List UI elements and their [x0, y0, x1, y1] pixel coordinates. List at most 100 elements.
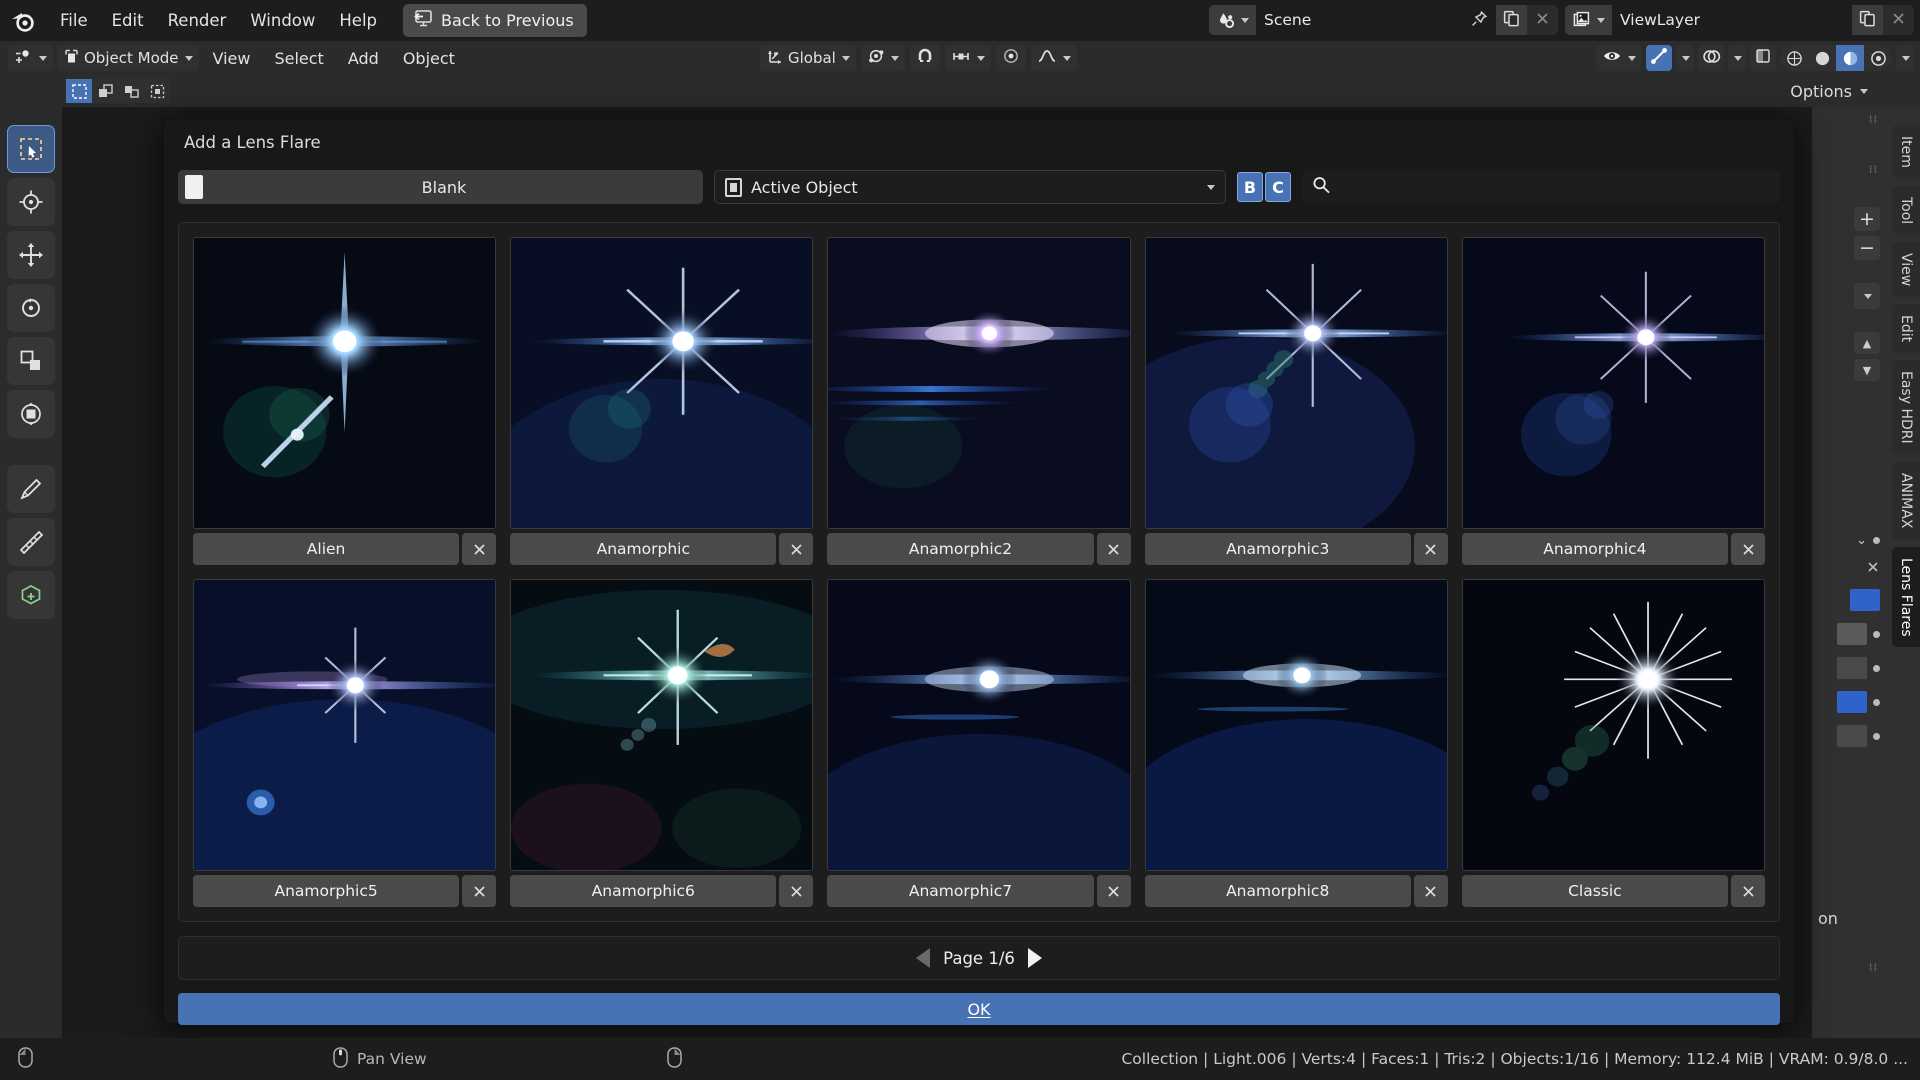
flare-delete-button[interactable] [462, 533, 497, 565]
pivot-point-selector[interactable] [860, 45, 905, 71]
panel-grip-3[interactable]: ⁞⁞ [1869, 962, 1878, 973]
move-tool-icon[interactable] [7, 231, 55, 279]
lasso-select-button[interactable] [144, 79, 170, 103]
viewport-menu-select[interactable]: Select [264, 45, 333, 71]
sidebar-tab-easy-hdri[interactable]: Easy HDRI [1892, 360, 1920, 456]
back-to-previous-button[interactable]: Back to Previous [403, 4, 587, 37]
viewport-menu-view[interactable]: View [203, 45, 261, 71]
lens-flare-cell[interactable]: Anamorphic6 [510, 579, 814, 907]
overlays-options[interactable] [1728, 45, 1746, 71]
page-prev-icon[interactable] [916, 948, 931, 968]
gizmo-toggle[interactable] [1646, 45, 1672, 71]
scale-tool-icon[interactable] [7, 337, 55, 385]
preset-dropdown[interactable]: Blank [178, 170, 703, 204]
panel-grip-2[interactable]: ⁞⁞ [1869, 164, 1878, 175]
lens-flare-cell[interactable]: Anamorphic [510, 237, 814, 565]
editor-type-button[interactable] [8, 45, 53, 71]
rotate-tool-icon[interactable] [7, 284, 55, 332]
flare-name[interactable]: Anamorphic2 [827, 533, 1094, 565]
solid-shading-button[interactable] [1808, 45, 1836, 71]
lens-flare-cell[interactable]: Anamorphic4 [1461, 237, 1765, 565]
flare-delete-button[interactable] [462, 875, 497, 907]
box-select-button[interactable] [92, 79, 118, 103]
move-up-icon[interactable]: ▲ [1854, 332, 1880, 354]
ok-button[interactable]: OK [178, 993, 1780, 1025]
close-icon[interactable] [1866, 559, 1880, 578]
flare-thumbnail[interactable] [193, 237, 497, 529]
overlays-toggle[interactable] [1698, 45, 1724, 71]
flare-delete-button[interactable] [1731, 875, 1765, 907]
page-next-icon[interactable] [1027, 948, 1042, 968]
add-cube-tool-icon[interactable] [7, 571, 55, 619]
flare-thumbnail[interactable] [1144, 237, 1448, 529]
flare-delete-button[interactable] [1413, 533, 1448, 565]
flare-name[interactable]: Anamorphic3 [1144, 533, 1411, 565]
material-preview-button[interactable] [1836, 45, 1864, 71]
scene-close-button[interactable] [1527, 5, 1558, 35]
sidebar-tab-tool[interactable]: Tool [1892, 185, 1920, 236]
mode-selector[interactable]: Object Mode [57, 45, 199, 71]
snap-magnet-toggle[interactable] [909, 45, 940, 71]
viewport-menu-object[interactable]: Object [393, 45, 465, 71]
object-visibility-selector[interactable] [1596, 45, 1642, 71]
proportional-editing-toggle[interactable] [995, 45, 1026, 71]
flare-name[interactable]: Anamorphic6 [510, 875, 777, 907]
menu-window[interactable]: Window [238, 7, 327, 34]
flare-thumbnail[interactable] [510, 579, 814, 871]
value-swatch[interactable] [1837, 657, 1867, 679]
blender-logo-icon[interactable] [8, 6, 38, 36]
lens-flare-cell[interactable]: Anamorphic3 [1144, 237, 1448, 565]
flare-name[interactable]: Classic [1461, 875, 1728, 907]
flare-name[interactable]: Alien [193, 533, 460, 565]
panel-grip[interactable]: ⁞⁞ [1869, 114, 1878, 125]
flare-delete-button[interactable] [779, 533, 814, 565]
toggle-xray[interactable] [1750, 45, 1776, 71]
flare-delete-button[interactable] [1413, 875, 1448, 907]
move-down-icon[interactable]: ▼ [1854, 359, 1880, 381]
filter-toggle-c[interactable]: C [1265, 172, 1291, 202]
lens-flare-cell[interactable]: Anamorphic2 [827, 237, 1131, 565]
plus-icon[interactable]: + [1854, 207, 1880, 231]
shading-options[interactable] [1896, 45, 1914, 71]
lens-flare-cell[interactable]: Anamorphic7 [827, 579, 1131, 907]
viewport-menu-add[interactable]: Add [338, 45, 389, 71]
scene-selector[interactable]: Scene [1209, 5, 1558, 35]
scene-name-field[interactable]: Scene [1256, 5, 1496, 35]
cursor-tool-icon[interactable] [7, 178, 55, 226]
color-swatch[interactable] [1837, 691, 1867, 713]
flare-name[interactable]: Anamorphic5 [193, 875, 460, 907]
flare-delete-button[interactable] [779, 875, 814, 907]
sidebar-tab-edit[interactable]: Edit [1892, 304, 1920, 354]
transform-orientation-selector[interactable]: Global [760, 45, 856, 71]
lens-flare-cell[interactable]: Anamorphic8 [1144, 579, 1448, 907]
sidebar-tab-animax[interactable]: ANIMAX [1892, 462, 1920, 540]
wireframe-shading-button[interactable] [1780, 45, 1808, 71]
viewlayer-name-field[interactable]: ViewLayer [1612, 5, 1852, 35]
color-swatch[interactable] [1850, 589, 1880, 611]
flare-name[interactable]: Anamorphic4 [1461, 533, 1728, 565]
sidebar-tab-item[interactable]: Item [1892, 125, 1920, 179]
flare-delete-button[interactable] [1731, 533, 1765, 565]
target-dropdown[interactable]: Active Object [714, 170, 1226, 204]
proportional-falloff-selector[interactable] [1030, 45, 1077, 71]
filter-toggle-b[interactable]: B [1237, 172, 1263, 202]
flare-thumbnail[interactable] [1461, 579, 1765, 871]
minus-icon[interactable]: − [1854, 236, 1880, 260]
menu-file[interactable]: File [48, 7, 100, 34]
tweak-select-button[interactable] [66, 79, 92, 103]
view-layer-icon[interactable] [1565, 5, 1612, 35]
value-swatch[interactable] [1837, 623, 1867, 645]
flare-name[interactable]: Anamorphic7 [827, 875, 1094, 907]
flare-delete-button[interactable] [1096, 875, 1131, 907]
transform-tool-icon[interactable] [7, 390, 55, 438]
flare-thumbnail[interactable] [193, 579, 497, 871]
sidebar-tab-view[interactable]: View [1892, 242, 1920, 298]
menu-edit[interactable]: Edit [100, 7, 156, 34]
sidebar-tab-lens-flares[interactable]: Lens Flares [1892, 546, 1920, 648]
menu-help[interactable]: Help [327, 7, 389, 34]
flare-thumbnail[interactable] [1461, 237, 1765, 529]
lens-flare-cell[interactable]: Classic [1461, 579, 1765, 907]
menu-render[interactable]: Render [156, 7, 239, 34]
flare-name[interactable]: Anamorphic8 [1144, 875, 1411, 907]
lens-flare-cell[interactable]: Anamorphic5 [193, 579, 497, 907]
